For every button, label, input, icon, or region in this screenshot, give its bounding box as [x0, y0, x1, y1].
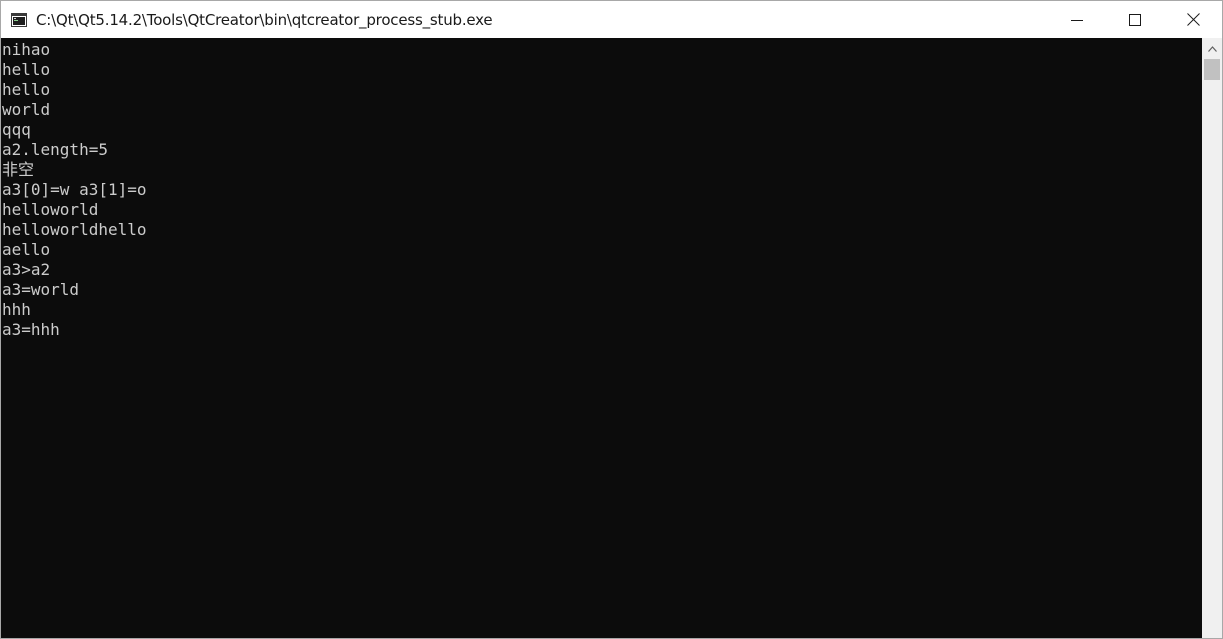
maximize-button[interactable] [1106, 1, 1164, 38]
minimize-icon [1071, 14, 1083, 26]
minimize-button[interactable] [1048, 1, 1106, 38]
console-output[interactable]: nihao hello hello world qqq a2.length=5 … [1, 38, 1202, 638]
window-title: C:\Qt\Qt5.14.2\Tools\QtCreator\bin\qtcre… [36, 10, 493, 29]
console-line: hhh [2, 300, 31, 319]
console-window-icon[interactable] [11, 12, 27, 27]
console-line: a3=hhh [2, 320, 60, 339]
scroll-up-button[interactable] [1202, 38, 1222, 58]
console-line: helloworld [2, 200, 99, 219]
console-line: a2.length=5 [2, 140, 108, 159]
close-icon [1186, 13, 1200, 26]
console-line: aello [2, 240, 51, 259]
console-line: a3>a2 [2, 260, 51, 279]
console-line: hello [2, 60, 51, 79]
chevron-up-icon [1207, 39, 1217, 57]
close-button[interactable] [1164, 1, 1222, 38]
console-line: hello [2, 80, 51, 99]
console-window: C:\Qt\Qt5.14.2\Tools\QtCreator\bin\qtcre… [0, 0, 1223, 639]
console-line: qqq [2, 120, 31, 139]
scroll-thumb[interactable] [1204, 59, 1220, 80]
console-line: world [2, 100, 51, 119]
maximize-icon [1129, 13, 1141, 26]
vertical-scrollbar[interactable] [1202, 38, 1222, 638]
title-bar[interactable]: C:\Qt\Qt5.14.2\Tools\QtCreator\bin\qtcre… [1, 1, 1222, 38]
console-line: nihao [2, 40, 51, 59]
console-line: helloworldhello [2, 220, 147, 239]
window-controls [1048, 1, 1222, 38]
console-line: a3[0]=w a3[1]=o [2, 180, 147, 199]
console-line: a3=world [2, 280, 80, 299]
console-line: 非空 [2, 160, 35, 179]
